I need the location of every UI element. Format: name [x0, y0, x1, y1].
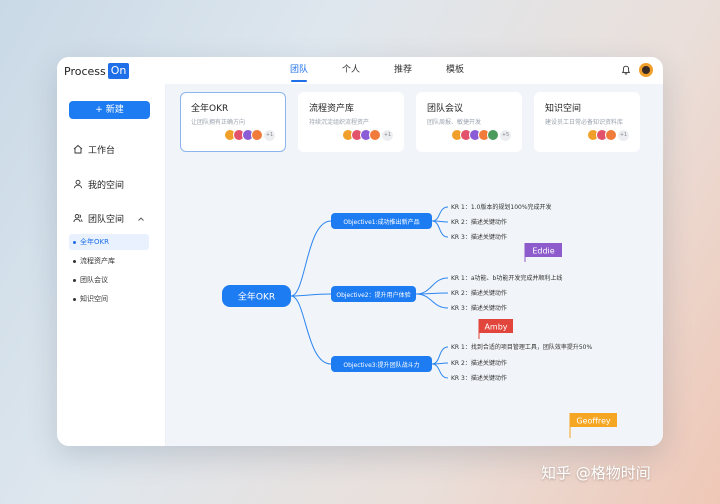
branch-line [431, 346, 449, 365]
sidebar-subitem-team-meeting[interactable]: 团队会议 [69, 272, 149, 288]
key-result-label[interactable]: KR 3：描述关键动作 [451, 233, 507, 241]
cursor-name: Geoffrey [576, 417, 611, 426]
cursor-name: Amby [484, 323, 507, 332]
subitem-label: 知识空间 [80, 295, 108, 303]
watermark: 知乎 @格物时间 [541, 464, 651, 482]
processon-logo[interactable]: Process On [64, 63, 130, 79]
sidebar-subitem-knowledge-space[interactable]: 知识空间 [69, 291, 149, 307]
chevron-up-icon[interactable] [137, 215, 145, 223]
key-result-label[interactable]: KR 3：描述关键动作 [451, 304, 507, 312]
cursor-name: Eddie [532, 247, 554, 256]
bell-icon[interactable] [621, 65, 631, 75]
user-icon [73, 179, 83, 189]
objective-label: Objective2：提升用户体验 [336, 291, 410, 299]
main-content: 全年OKR 让团队拥有正确方向 +1 流程资产库 持续沉淀组织流程资产 +1 团 [166, 84, 663, 446]
sidebar-item-label: 团队空间 [88, 214, 125, 225]
sidebar-subitem-process-library[interactable]: 流程资产库 [69, 253, 149, 269]
bullet-icon [73, 297, 76, 301]
bullet-icon [73, 240, 76, 244]
sidebar-item-team-space[interactable]: 团队空间 [73, 211, 124, 225]
sidebar-item-label: 工作台 [88, 145, 116, 156]
tab-personal[interactable]: 个人 [325, 57, 377, 84]
bullet-icon [73, 278, 76, 282]
branch-line [415, 277, 449, 295]
root-node-label: 全年OKR [238, 291, 275, 303]
tab-team[interactable]: 团队 [273, 57, 325, 84]
logo-badge: On [107, 63, 130, 79]
key-result-label[interactable]: KR 3：描述关键动作 [451, 374, 507, 382]
tab-templates[interactable]: 模板 [429, 57, 481, 84]
branch-line [290, 220, 332, 297]
key-result-label[interactable]: KR 2：描述关键动作 [451, 359, 507, 367]
new-button[interactable]: + 新建 [69, 101, 150, 119]
objective-label: Objective3:提升团队战斗力 [343, 361, 419, 369]
app-window: Process On 团队 个人 推荐 模板 + 新建 工作台 我的空间 团队空… [57, 57, 663, 446]
subitem-label: 流程资产库 [80, 257, 115, 265]
branch-line [431, 363, 449, 379]
branch-line [290, 293, 332, 297]
key-result-label[interactable]: KR 2：描述关键动作 [451, 289, 507, 297]
subitem-label: 团队会议 [80, 276, 108, 284]
tab-recommend[interactable]: 推荐 [377, 57, 429, 84]
sidebar: + 新建 工作台 我的空间 团队空间 全年OKR 流程资产库 团队会议 知识空间 [57, 84, 166, 446]
key-result-label[interactable]: KR 1：a功能、b功能开发完成并顺利上线 [451, 274, 562, 282]
branch-line [431, 206, 449, 222]
branch-line [290, 295, 332, 365]
key-result-label[interactable]: KR 1：1.0版本的规划100%完成开发 [451, 203, 552, 211]
logo-text: Process [64, 64, 106, 78]
bullet-icon [73, 259, 76, 263]
user-avatar[interactable] [639, 63, 653, 77]
sidebar-item-workbench[interactable]: 工作台 [73, 142, 115, 156]
home-icon [73, 144, 83, 154]
team-icon [73, 214, 83, 223]
objective-label: Objective1:成功推出新产品 [343, 218, 419, 226]
branch-line [431, 220, 449, 238]
key-result-label[interactable]: KR 2：描述关键动作 [451, 218, 507, 226]
sidebar-subitem-okr[interactable]: 全年OKR [69, 234, 149, 250]
sidebar-item-label: 我的空间 [88, 180, 125, 191]
top-nav: 团队 个人 推荐 模板 [273, 57, 481, 84]
okr-mindmap[interactable]: 全年OKR Objective1:成功推出新产品 Objective2：提升用户… [166, 84, 663, 446]
top-bar: Process On 团队 个人 推荐 模板 [57, 57, 663, 84]
subitem-label: 全年OKR [80, 238, 109, 246]
sidebar-item-my-space[interactable]: 我的空间 [73, 177, 124, 191]
branch-line [415, 293, 449, 309]
key-result-label[interactable]: KR 1：找到合适的项目管理工具，团队效率提升50% [451, 343, 592, 351]
